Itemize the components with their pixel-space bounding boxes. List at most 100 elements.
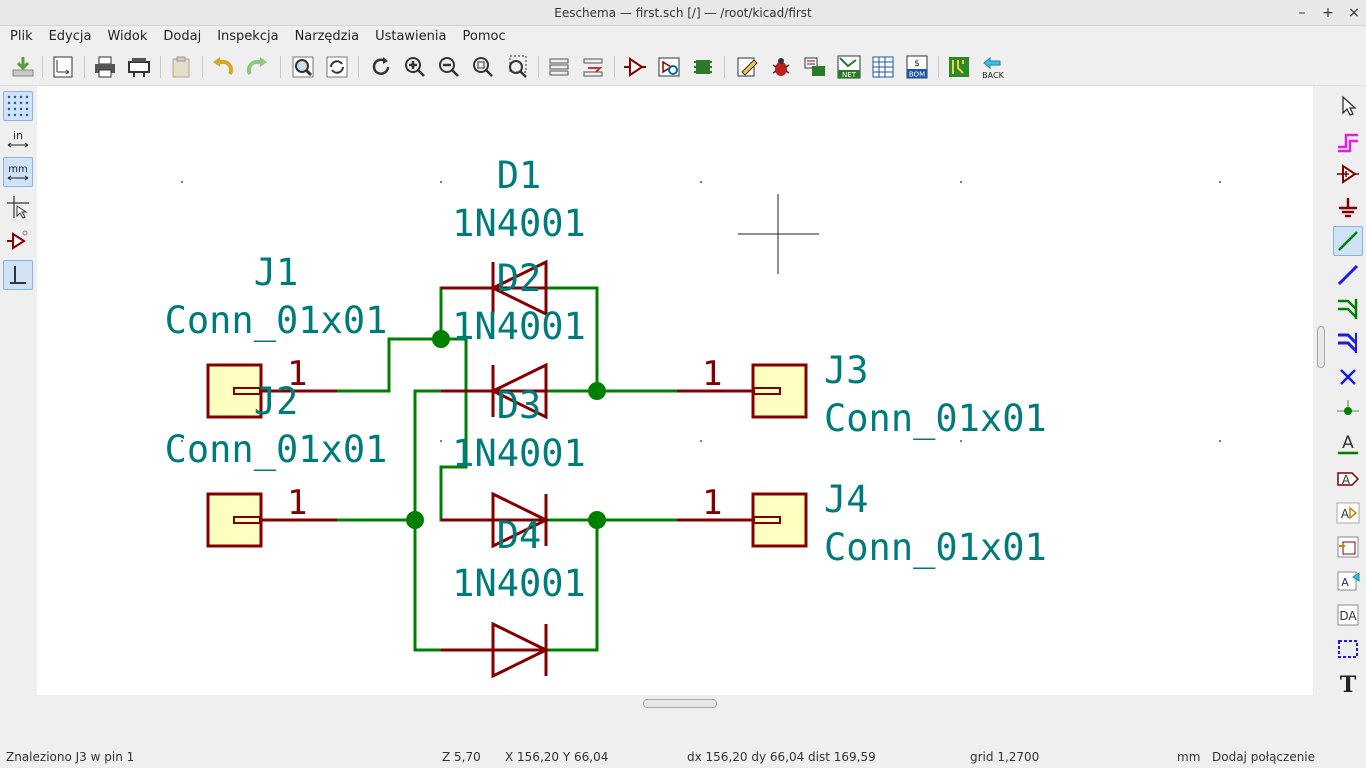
menu-view[interactable]: Widok	[99, 26, 155, 48]
zoom-in-icon[interactable]	[400, 52, 430, 82]
close-button[interactable]: ×	[1348, 0, 1360, 26]
connector-j2[interactable]	[206, 492, 337, 548]
value-d3[interactable]: 1N4001	[452, 432, 586, 475]
add-graphic-polyline-icon[interactable]	[1333, 634, 1363, 664]
ref-j1[interactable]: J1	[254, 251, 299, 294]
back-annotate-icon[interactable]: BACK	[978, 52, 1008, 82]
refresh-icon[interactable]	[366, 52, 396, 82]
window-title: Eeschema — first.sch [/] — /root/kicad/f…	[554, 6, 812, 20]
add-text-icon[interactable]: T	[1333, 668, 1363, 698]
page-settings-icon[interactable]	[48, 52, 78, 82]
grid-toggle-icon[interactable]	[3, 91, 33, 121]
add-global-label-icon[interactable]: A	[1333, 464, 1363, 494]
ref-d4[interactable]: D4	[497, 514, 542, 557]
undo-icon[interactable]	[208, 52, 238, 82]
right-toolbar: A A A A DA T	[1330, 86, 1366, 711]
value-j3[interactable]: Conn_01x01	[824, 397, 1047, 441]
add-bus-entry-icon[interactable]	[1333, 327, 1363, 357]
menu-preferences[interactable]: Ustawienia	[367, 26, 454, 48]
add-sheet-pin-icon[interactable]: DA	[1333, 600, 1363, 630]
net-icon-label: NET	[842, 71, 857, 79]
zoom-out-icon[interactable]	[434, 52, 464, 82]
add-symbol-icon[interactable]	[1333, 159, 1363, 189]
add-wire-entry-icon[interactable]	[1333, 293, 1363, 323]
plot-icon[interactable]	[124, 52, 154, 82]
leave-sheet-icon[interactable]	[578, 52, 608, 82]
value-d4[interactable]: 1N4001	[452, 562, 586, 605]
add-power-icon[interactable]	[1333, 193, 1363, 223]
maximize-button[interactable]: +	[1322, 0, 1334, 26]
show-hidden-pins-icon[interactable]	[3, 226, 33, 256]
ref-d1[interactable]: D1	[497, 154, 542, 197]
vertical-scrollbar[interactable]	[1313, 86, 1330, 711]
value-j2[interactable]: Conn_01x01	[165, 428, 388, 472]
print-icon[interactable]	[90, 52, 120, 82]
generate-bom-icon[interactable]: $ BOM	[902, 52, 932, 82]
import-sheet-pin-icon[interactable]: A	[1333, 565, 1363, 595]
edit-fields-table-icon[interactable]	[868, 52, 898, 82]
find-icon[interactable]	[288, 52, 318, 82]
ref-j2[interactable]: J2	[254, 380, 299, 423]
horizontal-scrollbar[interactable]	[37, 695, 1313, 711]
add-net-label-icon[interactable]: A	[1333, 429, 1363, 459]
paste-icon[interactable]	[166, 52, 196, 82]
annotate-icon[interactable]	[732, 52, 762, 82]
footprint-editor-icon[interactable]	[688, 52, 718, 82]
assign-footprints-icon[interactable]	[800, 52, 830, 82]
bom-icon-label: BOM	[909, 71, 925, 79]
select-arrow-icon[interactable]	[1333, 91, 1363, 121]
connector-j3[interactable]	[677, 363, 808, 419]
svg-text:A: A	[1342, 473, 1351, 487]
back-icon-label: BACK	[982, 71, 1004, 80]
menu-help[interactable]: Pomoc	[455, 26, 514, 48]
pcbnew-icon[interactable]	[944, 52, 974, 82]
add-junction-icon[interactable]	[1333, 396, 1363, 426]
symbol-editor-icon[interactable]	[620, 52, 650, 82]
find-replace-icon[interactable]	[322, 52, 352, 82]
menu-place[interactable]: Dodaj	[155, 26, 209, 48]
erc-bug-icon[interactable]	[766, 52, 796, 82]
generate-netlist-icon[interactable]: NET	[834, 52, 864, 82]
hierarchy-navigator-icon[interactable]	[544, 52, 574, 82]
units-inch-icon[interactable]: in	[3, 124, 33, 154]
diode-d4[interactable]	[441, 621, 550, 679]
status-message: Znaleziono J3 w pin 1	[6, 750, 135, 764]
horizontal-scroll-thumb[interactable]	[643, 699, 717, 708]
redo-icon[interactable]	[242, 52, 272, 82]
units-mm-icon[interactable]: mm	[3, 157, 33, 187]
value-j1[interactable]: Conn_01x01	[165, 299, 388, 343]
vertical-scroll-thumb[interactable]	[1317, 326, 1325, 368]
value-j4[interactable]: Conn_01x01	[824, 526, 1047, 570]
zoom-fit-icon[interactable]	[468, 52, 498, 82]
value-d2[interactable]: 1N4001	[452, 305, 586, 348]
crosshair-cursor	[738, 194, 819, 274]
menu-bar: Plik Edycja Widok Dodaj Inspekcja Narzęd…	[0, 26, 1366, 48]
add-wire-icon[interactable]	[1333, 226, 1363, 256]
value-d1[interactable]: 1N4001	[452, 202, 586, 245]
menu-file[interactable]: Plik	[0, 26, 41, 48]
add-hierarchical-label-icon[interactable]: A	[1333, 498, 1363, 528]
ref-d3[interactable]: D3	[497, 384, 542, 427]
add-bus-icon[interactable]	[1333, 260, 1363, 290]
ref-j4[interactable]: J4	[824, 478, 869, 521]
ref-d2[interactable]: D2	[497, 257, 542, 300]
minimize-button[interactable]: –	[1296, 0, 1308, 26]
status-mode: Dodaj połączenie	[1212, 750, 1316, 764]
main-toolbar: NET $ BOM BACK	[0, 48, 1366, 86]
highlight-net-icon[interactable]	[1333, 126, 1363, 156]
no-connect-icon[interactable]	[1333, 362, 1363, 392]
symbol-library-browser-icon[interactable]	[654, 52, 684, 82]
schematic-canvas[interactable]: 1 1 1 1 D1 1N4001 D2 1N4001 D3 1N4001 D4…	[37, 86, 1313, 695]
save-icon[interactable]	[8, 52, 38, 82]
title-bar: Eeschema — first.sch [/] — /root/kicad/f…	[0, 0, 1366, 26]
ref-j3[interactable]: J3	[824, 349, 869, 392]
units-mm-label: mm	[8, 164, 27, 175]
add-sheet-icon[interactable]	[1333, 532, 1363, 562]
zoom-selection-icon[interactable]	[502, 52, 532, 82]
menu-tools[interactable]: Narzędzia	[287, 26, 368, 48]
menu-edit[interactable]: Edycja	[41, 26, 100, 48]
full-crosshair-icon[interactable]	[3, 192, 33, 222]
wire-90-degree-icon[interactable]	[3, 260, 33, 290]
connector-j4[interactable]	[677, 492, 808, 548]
menu-inspect[interactable]: Inspekcja	[209, 26, 286, 48]
